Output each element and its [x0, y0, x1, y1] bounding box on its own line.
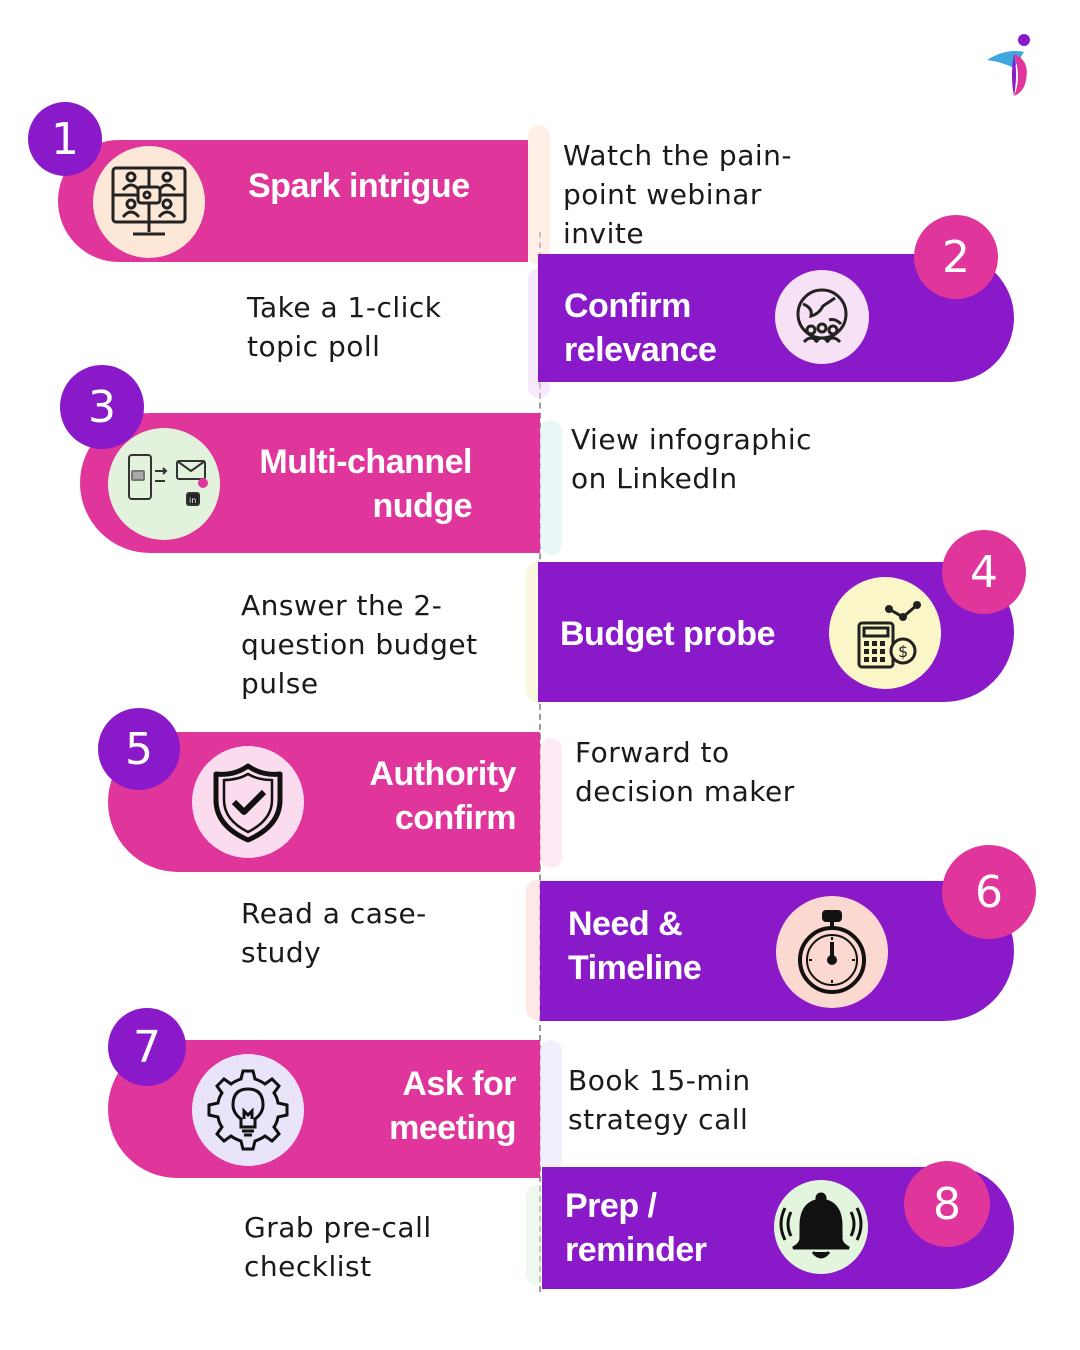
- step-2-title: Confirm relevance: [564, 287, 717, 369]
- globe-people-icon: [775, 270, 869, 364]
- multichannel-icon: in: [108, 428, 220, 540]
- bell-icon: [774, 1180, 868, 1274]
- step-7-description: Book 15-min strategy call: [568, 1064, 751, 1136]
- video-conference-icon: [93, 146, 205, 258]
- brand-logo-icon: [987, 34, 1030, 96]
- svg-text:in: in: [189, 496, 196, 505]
- step-5-title: Authority confirm: [369, 755, 516, 837]
- step-5-badge: 5: [98, 708, 180, 790]
- svg-text:$: $: [898, 642, 908, 661]
- step-5-description: Forward to decision maker: [575, 736, 795, 808]
- step-1-badge: 1: [28, 102, 102, 176]
- step-4-description: Answer the 2- question budget pulse: [241, 589, 478, 700]
- step-3-badge: 3: [60, 365, 144, 449]
- lightbulb-gear-icon: [192, 1054, 304, 1166]
- step-3-title: Multi-channel nudge: [259, 443, 472, 525]
- glow-accent: [540, 738, 562, 868]
- step-2-description: Take a 1-click topic poll: [247, 291, 442, 363]
- step-3-description: View infographic on LinkedIn: [571, 423, 812, 495]
- glow-accent: [528, 125, 550, 265]
- step-8-title: Prep / reminder: [565, 1187, 707, 1269]
- step-8-description: Grab pre-call checklist: [244, 1211, 432, 1283]
- step-7-title: Ask for meeting: [389, 1065, 516, 1147]
- step-8-badge: 8: [904, 1161, 990, 1247]
- glow-accent: [540, 1040, 562, 1170]
- step-7-badge: 7: [108, 1008, 186, 1086]
- step-6-badge: 6: [942, 845, 1036, 939]
- calculator-money-icon: $: [829, 577, 941, 689]
- step-2-badge: 2: [914, 215, 998, 299]
- stopwatch-icon: [776, 896, 888, 1008]
- step-1-title: Spark intrigue: [248, 167, 470, 205]
- glow-accent: [540, 420, 562, 555]
- step-1-description: Watch the pain-point webinar invite: [563, 139, 792, 250]
- step-6-title: Need & Timeline: [568, 905, 702, 987]
- shield-check-icon: [192, 746, 304, 858]
- step-4-title: Budget probe: [560, 615, 775, 653]
- step-6-description: Read a case-study: [241, 897, 427, 969]
- step-4-badge: 4: [942, 530, 1026, 614]
